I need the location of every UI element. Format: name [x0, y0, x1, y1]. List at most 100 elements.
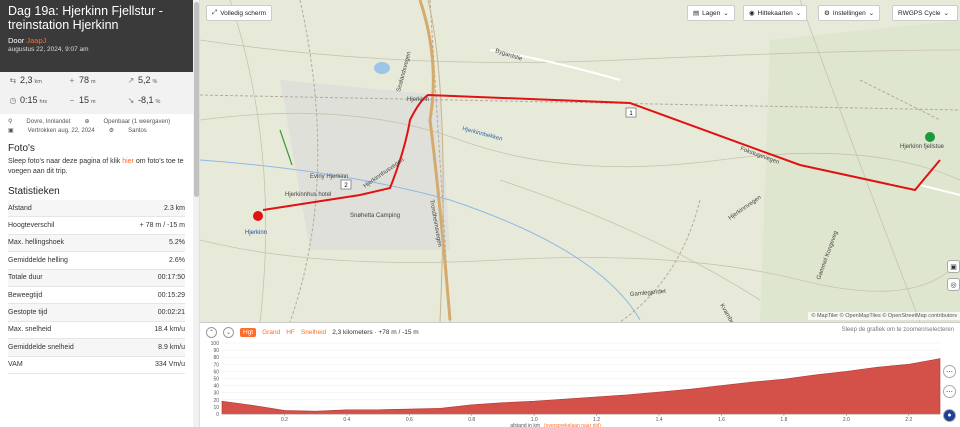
expand-icon: ⤢ — [212, 9, 218, 16]
chart-summary: 2,3 kilometers · +78 m / -15 m — [332, 328, 419, 336]
layers-button[interactable]: ▤ Lagen ⌄ — [687, 5, 735, 21]
y-tick-label: 10 — [213, 405, 219, 411]
stat-label: VAM — [8, 361, 23, 369]
elevation-area[interactable] — [221, 358, 941, 415]
tab-heartrate[interactable]: HF — [286, 329, 295, 336]
photos-link[interactable]: hier — [122, 158, 134, 165]
fullscreen-button[interactable]: ⤢ Volledig scherm — [206, 5, 273, 21]
loss-unit: m — [91, 98, 96, 105]
chevron-down-icon: ⌄ — [723, 10, 729, 17]
photos-section: Foto's Sleep foto's naar deze pagina of … — [0, 140, 193, 180]
location-icon: ◎ — [950, 281, 957, 289]
stat-row: VAM 334 Vm/u — [8, 357, 185, 374]
tab-height[interactable]: Hgt — [240, 327, 257, 337]
basemap-select[interactable]: RWGPS Cycle ⌄ — [892, 5, 958, 21]
y-tick-label: 0 — [216, 412, 219, 418]
stat-value: + 78 m / -15 m — [139, 222, 185, 230]
stat-label: Afstand — [8, 204, 32, 212]
lake — [374, 62, 390, 74]
chart-side-button-2[interactable]: ⋯ — [943, 385, 956, 398]
map-attribution[interactable]: © MapTiler © OpenMapTiles © OpenStreetMa… — [808, 312, 960, 320]
arrow-up-right-icon: ↗ — [127, 76, 135, 85]
label-fjellstue: Hjerkinn fjellstue — [900, 144, 945, 150]
distance-icon: ⇆ — [9, 76, 17, 85]
arrow-down-right-icon: ↘ — [127, 95, 135, 105]
clock-icon: ◷ — [9, 95, 17, 105]
gain-unit: m — [91, 79, 96, 85]
map-canvas[interactable]: 1 2 Hjerkinn Hjerkinn Eviny Hjerkinn Hje… — [200, 0, 960, 322]
stat-row: Hoogteverschil + 78 m / -15 m — [8, 217, 185, 235]
stat-value: 2.3 km — [163, 204, 185, 212]
summary-stats: ⇆ 2,3 km +78 m ↗ 5,2% ◷ 0:15 hrs −15 m ↘ -8,1% — [0, 72, 193, 114]
statistics-heading: Statistieken — [8, 186, 60, 197]
x-tick-label: 1.4 — [656, 417, 663, 423]
chart-collapse-button[interactable]: ⌃ — [206, 326, 217, 338]
summary-gain: +78 m — [67, 75, 126, 92]
map[interactable]: 1 2 Hjerkinn Hjerkinn Eviny Hjerkinn Hje… — [200, 0, 960, 322]
elevation-chart[interactable]: ⌃ ⌄ Hgt Grand HF Snelheid 2,3 kilometers… — [200, 322, 960, 427]
vehicle: Santos — [128, 128, 147, 134]
chevron-up-icon: ⌃ — [208, 329, 215, 336]
globe-icon: ⊕ — [84, 119, 90, 125]
stat-label: Gemiddelde snelheid — [8, 343, 74, 351]
min-grade-value: -8,1 — [138, 94, 154, 105]
scrollbar-thumb[interactable] — [194, 2, 199, 197]
label-snohetta: Snøhetta Camping — [350, 213, 400, 219]
chart-side-button-1[interactable]: ⋯ — [943, 365, 956, 378]
more-icon: ⋯ — [946, 368, 953, 376]
sidebar: Dag 19a: Hjerkinn Fjellstur - treinstati… — [0, 0, 200, 427]
layers-icon: ▤ — [693, 10, 700, 17]
summary-max-grade: ↗ 5,2% — [126, 75, 185, 92]
tab-grade[interactable]: Grand — [262, 329, 280, 336]
chart-side-button-3[interactable]: ● — [943, 409, 956, 422]
stat-label: Gemiddelde helling — [8, 256, 68, 264]
summary-min-grade: ↘ -8,1% — [126, 95, 185, 112]
photos-text: Sleep foto's naar deze pagina of klik hi… — [8, 157, 185, 177]
stat-value: 334 Vm/u — [155, 361, 185, 369]
map-side-button-1[interactable]: ▣ — [947, 260, 960, 273]
sidebar-scrollbar[interactable] — [193, 0, 199, 427]
heatmaps-button[interactable]: ◉ Hittekaarten ⌄ — [743, 5, 808, 21]
statistics-section: Statistieken Afstand 2.3 km Hoogteverschil… — [0, 180, 193, 374]
author-link[interactable]: JaapJ — [26, 36, 46, 45]
statistics-table: Afstand 2.3 km Hoogteverschil + 78 m / -15 … — [8, 200, 185, 374]
elevation-chart-svg[interactable]: 10090807060504030201000.2 0.4 0.6 0.8 1.0 1.2… — [200, 339, 960, 427]
chevron-down-icon: ⌄ — [868, 10, 875, 17]
chevron-down-icon: ⌄ — [225, 329, 232, 336]
byline: Door JaapJ — [8, 36, 185, 45]
trip-date: augustus 22, 2024, 9:07 am — [8, 46, 89, 53]
stat-value: 00:17:50 — [157, 274, 185, 282]
y-tick-label: 40 — [213, 384, 219, 390]
summary-loss: −15 m — [67, 95, 126, 112]
stat-value: 18.4 km/u — [154, 326, 185, 334]
location: Dovre, Innlandet — [26, 119, 71, 125]
chevron-down-icon: ⌄ — [943, 10, 949, 17]
y-tick-label: 20 — [213, 398, 219, 404]
layers-label: Lagen — [702, 9, 721, 17]
settings-button[interactable]: ⚙ Instellingen ⌄ — [818, 5, 881, 21]
plus-icon: + — [69, 76, 75, 85]
fullscreen-label: Volledig scherm — [220, 9, 267, 17]
map-side-button-2[interactable]: ◎ — [947, 278, 960, 291]
chart-expand-button[interactable]: ⌄ — [223, 326, 234, 338]
start-marker[interactable] — [925, 132, 935, 142]
gear-icon: ⚙ — [824, 10, 830, 17]
stat-row: Beweegtijd 00:15:29 — [8, 287, 185, 305]
stat-row: Afstand 2.3 km — [8, 200, 185, 218]
stat-value: 5.2% — [169, 239, 185, 247]
summary-time: ◷ 0:15 hrs — [8, 95, 67, 112]
visibility: Openbaar (1 weergaven) — [103, 119, 171, 125]
label-hjerkinn-station: Hjerkinn — [245, 230, 267, 236]
camera-icon: ▣ — [950, 263, 957, 271]
chart-hint: Sleep de grafiek om te zoomen/selecteren — [841, 327, 954, 333]
photos-heading: Foto's — [8, 143, 35, 154]
y-tick-label: 50 — [213, 377, 219, 383]
end-marker[interactable] — [253, 211, 263, 221]
byline-prefix: Door — [8, 36, 25, 45]
tab-speed[interactable]: Snelheid — [301, 329, 326, 336]
time-value: 0:15 — [20, 94, 38, 105]
stat-value: 00:02:21 — [157, 309, 185, 317]
x-axis-label: afstand in km — [510, 423, 540, 427]
basemap-label: RWGPS Cycle — [898, 9, 941, 17]
chevron-down-icon: ⌄ — [795, 10, 802, 17]
